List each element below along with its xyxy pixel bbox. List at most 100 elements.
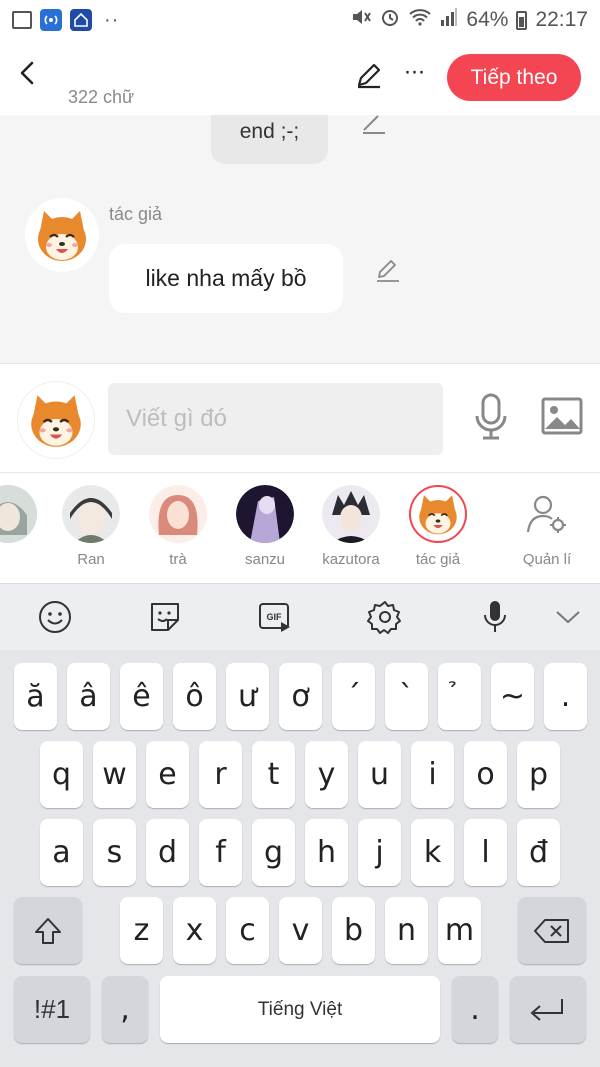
key[interactable]: g: [252, 819, 295, 886]
manage-label: Quản lí: [522, 551, 572, 568]
key[interactable]: `: [385, 663, 428, 730]
sticker-icon[interactable]: [145, 598, 185, 636]
character-avatar: [236, 485, 294, 543]
word-count: 322 chữ: [68, 87, 135, 107]
backspace-icon: [534, 918, 569, 943]
wifi-icon: [408, 8, 432, 32]
current-speaker-avatar[interactable]: [17, 381, 95, 459]
message-input[interactable]: [108, 383, 443, 455]
shift-key[interactable]: [14, 897, 82, 964]
key[interactable]: a: [40, 819, 83, 886]
battery-percent: 64%: [466, 8, 509, 31]
message-bubble[interactable]: end ;-;: [211, 115, 328, 164]
key[interactable]: l: [464, 819, 507, 886]
manage-characters-button[interactable]: Quản lí: [507, 485, 587, 568]
key[interactable]: r: [199, 741, 242, 808]
key[interactable]: .: [544, 663, 587, 730]
microphone-icon[interactable]: [470, 392, 512, 442]
character-avatar: [149, 485, 207, 543]
period-key[interactable]: .: [452, 976, 498, 1043]
enter-key[interactable]: [510, 976, 586, 1043]
next-button[interactable]: Tiếp theo: [447, 54, 581, 101]
key[interactable]: â: [67, 663, 110, 730]
settings-gear-icon[interactable]: [365, 598, 405, 636]
character-name: Ran: [77, 551, 105, 568]
mute-icon: [350, 7, 372, 33]
key[interactable]: p: [517, 741, 560, 808]
svg-text:GIF: GIF: [267, 612, 283, 622]
voice-input-icon[interactable]: [475, 598, 515, 636]
key[interactable]: ô: [173, 663, 216, 730]
character-item[interactable]: [0, 485, 48, 551]
keyboard-toolbar: GIF: [0, 583, 600, 650]
editor-header: 322 chữ ··· Tiếp theo: [0, 40, 600, 115]
key[interactable]: h: [305, 819, 348, 886]
character-item-selected[interactable]: tác giả: [398, 485, 478, 568]
enter-arrow-icon: [530, 998, 563, 1021]
signal-icon: [440, 8, 458, 32]
key[interactable]: m: [438, 897, 481, 964]
key[interactable]: v: [279, 897, 322, 964]
manage-user-icon: [518, 485, 576, 543]
alarm-icon: [380, 7, 400, 33]
clock: 22:17: [535, 8, 588, 31]
symbols-key[interactable]: !#1: [14, 976, 90, 1043]
key[interactable]: y: [305, 741, 348, 808]
gif-icon[interactable]: GIF: [255, 598, 295, 636]
key[interactable]: t: [252, 741, 295, 808]
key[interactable]: ơ: [279, 663, 322, 730]
character-item[interactable]: kazutora: [311, 485, 391, 568]
key[interactable]: x: [173, 897, 216, 964]
edit-button[interactable]: [354, 60, 384, 90]
key[interactable]: n: [385, 897, 428, 964]
chat-area: end ;-; tác giả like nha mấy bồ: [0, 115, 600, 363]
backspace-key[interactable]: [518, 897, 586, 964]
keyboard: ă â ê ô ư ơ ´ ` ̉ ~ . q w e r t y u i o …: [0, 650, 600, 1067]
key[interactable]: o: [464, 741, 507, 808]
character-item[interactable]: Ran: [51, 485, 131, 568]
edit-message-icon[interactable]: [374, 259, 402, 285]
character-name: sanzu: [244, 551, 286, 568]
key[interactable]: đ: [517, 819, 560, 886]
key[interactable]: w: [93, 741, 136, 808]
image-icon[interactable]: [540, 396, 584, 436]
emoji-icon[interactable]: [35, 598, 75, 636]
chevron-left-icon: [20, 61, 34, 85]
key[interactable]: u: [358, 741, 401, 808]
key[interactable]: b: [332, 897, 375, 964]
key[interactable]: z: [120, 897, 163, 964]
key[interactable]: ê: [120, 663, 163, 730]
gallery-notification-icon: [12, 11, 32, 29]
key[interactable]: s: [93, 819, 136, 886]
message-bubble[interactable]: like nha mấy bồ: [109, 244, 343, 313]
key[interactable]: c: [226, 897, 269, 964]
key[interactable]: k: [411, 819, 454, 886]
more-options-button[interactable]: ···: [400, 60, 428, 88]
key[interactable]: e: [146, 741, 189, 808]
character-item[interactable]: trà: [138, 485, 218, 568]
battery-icon: [516, 10, 528, 30]
shiba-avatar-icon: [419, 495, 457, 535]
space-key[interactable]: Tiếng Việt: [160, 976, 440, 1043]
key[interactable]: f: [199, 819, 242, 886]
pencil-icon: [357, 63, 381, 89]
key[interactable]: ă: [14, 663, 57, 730]
key[interactable]: ư: [226, 663, 269, 730]
key[interactable]: d: [146, 819, 189, 886]
more-notifications-indicator: ··: [104, 8, 120, 31]
key[interactable]: ~: [491, 663, 534, 730]
status-bar: ·· 64% 22:17: [0, 0, 600, 40]
author-avatar[interactable]: [25, 198, 99, 272]
character-item[interactable]: sanzu: [225, 485, 305, 568]
back-button[interactable]: [14, 60, 40, 86]
key[interactable]: ´: [332, 663, 375, 730]
key[interactable]: j: [358, 819, 401, 886]
shiba-avatar-icon: [31, 395, 81, 447]
edit-message-icon[interactable]: [361, 115, 387, 135]
character-avatar: [322, 485, 380, 543]
key[interactable]: q: [40, 741, 83, 808]
key[interactable]: ̉: [438, 663, 481, 730]
key[interactable]: i: [411, 741, 454, 808]
comma-key[interactable]: ,: [102, 976, 148, 1043]
chevron-down-icon[interactable]: [548, 598, 588, 636]
